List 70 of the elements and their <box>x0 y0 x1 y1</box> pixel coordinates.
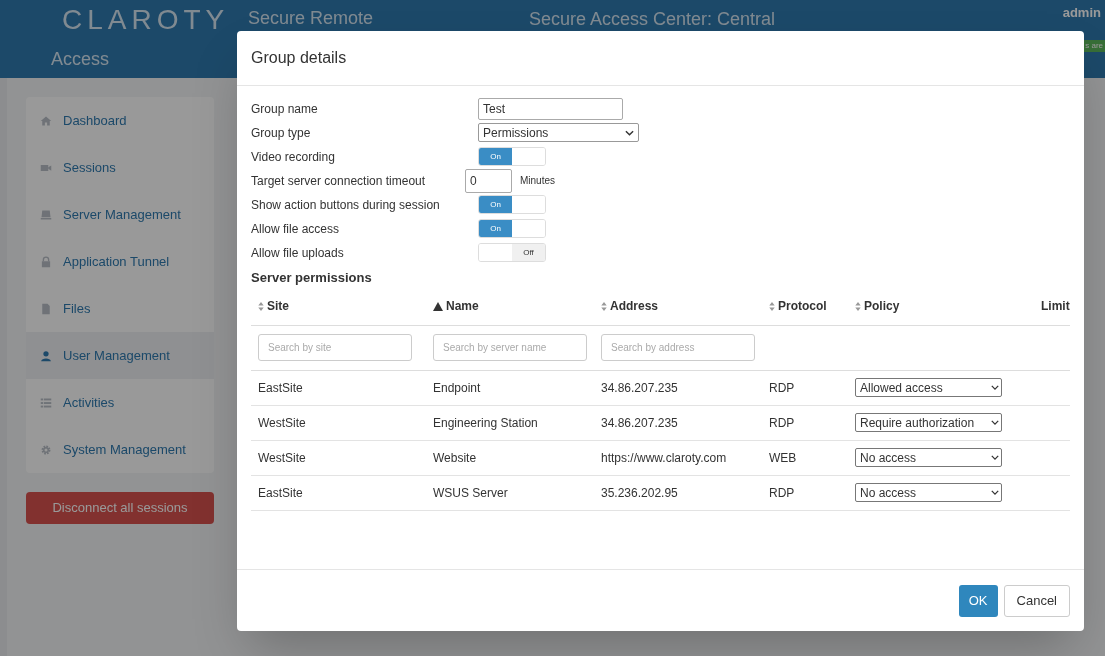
home-icon <box>40 114 52 127</box>
field-label: Target server connection timeout <box>251 172 427 190</box>
ok-button[interactable]: OK <box>958 584 998 617</box>
policy-select[interactable]: No access <box>855 448 1002 467</box>
policy-select[interactable]: No access <box>855 483 1002 502</box>
toggle-switch[interactable]: On <box>478 195 546 214</box>
table-cell: Website <box>433 450 477 465</box>
field-label: Allow file uploads <box>251 244 345 262</box>
file-icon <box>40 302 52 315</box>
chevron-down-icon <box>991 490 999 495</box>
app-title: Secure Remote <box>248 9 374 27</box>
cancel-button[interactable]: Cancel <box>1003 584 1070 617</box>
sort-icon <box>258 301 264 311</box>
table-cell: RDP <box>769 380 795 395</box>
unit-label: Minutes <box>520 174 555 188</box>
app-title: Access <box>51 50 110 68</box>
table-cell: Endpoint <box>433 380 481 395</box>
list-icon <box>40 396 52 409</box>
sort-ascending-icon <box>433 301 443 311</box>
gear-icon <box>40 443 52 456</box>
sort-icon <box>601 301 607 311</box>
policy-select[interactable]: Require authorization <box>855 413 1002 432</box>
chevron-down-icon <box>991 385 999 390</box>
page-title: Secure Access Center: Central <box>529 10 776 28</box>
field-label: Video recording <box>251 148 336 166</box>
toggle-switch[interactable]: Off <box>478 243 546 262</box>
table-cell: EastSite <box>258 485 303 500</box>
table-cell: WestSite <box>258 415 306 430</box>
field-label: Group type <box>251 124 312 142</box>
table-cell: Engineering Station <box>433 415 538 430</box>
number-field[interactable]: 0 <box>465 168 512 193</box>
policy-select[interactable]: Allowed access <box>855 378 1002 397</box>
table-cell: WEB <box>769 450 797 465</box>
sort-icon <box>769 301 775 311</box>
chevron-down-icon <box>625 129 634 136</box>
column-header[interactable]: Site <box>267 297 289 315</box>
table-cell: RDP <box>769 415 795 430</box>
search-field[interactable]: Search by site <box>258 334 412 361</box>
table-cell: https://www.claroty.com <box>601 450 727 465</box>
table-cell: 34.86.207.235 <box>601 380 678 395</box>
user-icon <box>40 349 52 362</box>
section-title: Server permissions <box>251 269 373 287</box>
toggle-switch[interactable]: On <box>478 147 546 166</box>
table-cell: WestSite <box>258 450 306 465</box>
sort-icon <box>855 301 861 311</box>
dialog-title: Group details <box>251 48 347 68</box>
search-field[interactable]: Search by address <box>601 334 755 361</box>
table-cell: 34.86.207.235 <box>601 415 678 430</box>
field-label: Show action buttons during session <box>251 196 441 214</box>
toggle-switch[interactable]: On <box>478 219 546 238</box>
search-field[interactable]: Search by server name <box>433 334 587 361</box>
status-badge: s are <box>1083 40 1105 52</box>
field-label: Allow file access <box>251 220 341 238</box>
table-cell: EastSite <box>258 380 303 395</box>
field-label: Group name <box>251 100 319 118</box>
column-header[interactable]: Name <box>446 297 479 315</box>
column-header[interactable]: Limit <box>1041 297 1070 315</box>
table-cell: WSUS Server <box>433 485 508 500</box>
column-header[interactable]: Address <box>610 297 659 315</box>
column-header[interactable]: Policy <box>864 297 900 315</box>
chevron-down-icon <box>991 455 999 460</box>
lock-icon <box>40 255 52 268</box>
text-field[interactable]: Test <box>478 97 623 120</box>
server-icon <box>40 208 52 221</box>
table-cell: RDP <box>769 485 795 500</box>
select-field[interactable]: Permissions <box>478 123 639 142</box>
logo: CLAROTY <box>62 6 230 34</box>
column-header[interactable]: Protocol <box>778 297 827 315</box>
chevron-down-icon <box>991 420 999 425</box>
table-cell: 35.236.202.95 <box>601 485 678 500</box>
